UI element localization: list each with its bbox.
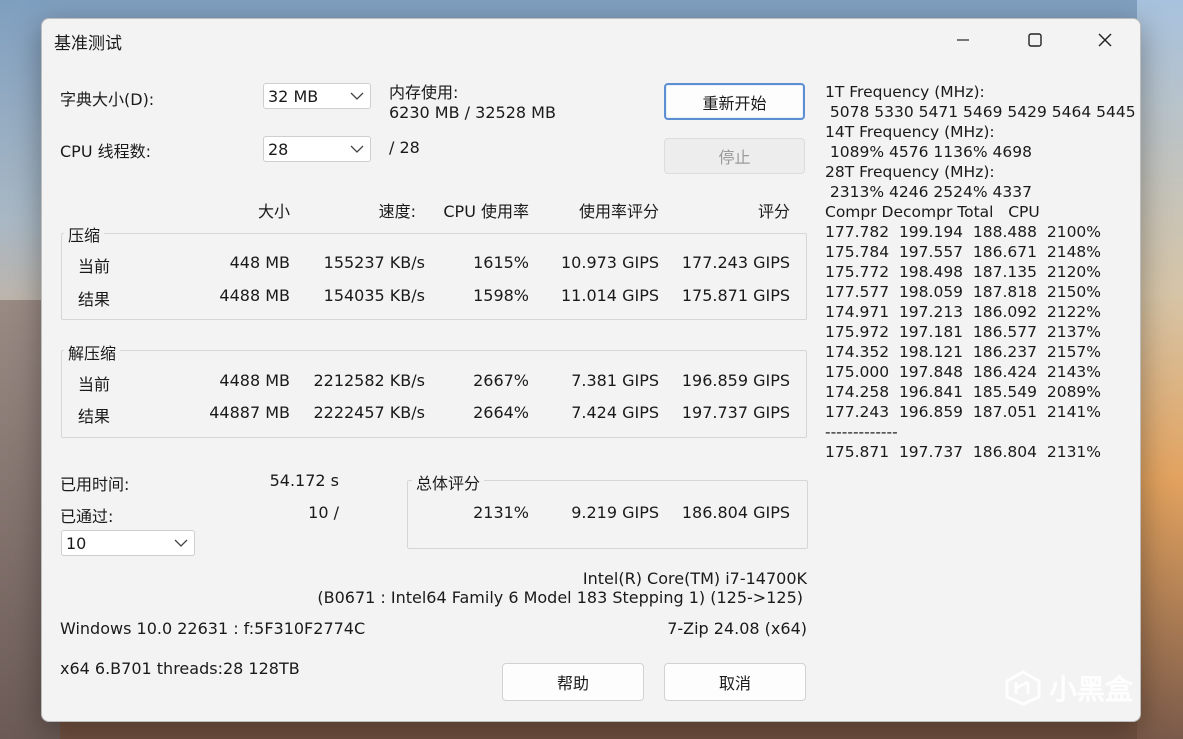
decompress-current-label: 当前 (78, 375, 111, 394)
os-info: Windows 10.0 22631 : f:5F310F2774C (60, 619, 366, 638)
compress-result-size: 4488 MB (219, 286, 290, 305)
watermark-text: 小黑盒 (1049, 673, 1134, 706)
help-button[interactable]: 帮助 (502, 663, 644, 701)
log-line: ------------- (825, 423, 898, 441)
compress-result-speed: 154035 KB/s (323, 286, 425, 305)
maximize-button[interactable] (1012, 19, 1058, 61)
log-line: 5078 5330 5471 5469 5429 5464 5445 (825, 103, 1136, 121)
watermark-logo-icon (1005, 670, 1041, 706)
stop-button[interactable]: 停止 (664, 138, 805, 174)
log-line: 1T Frequency (MHz): (825, 83, 985, 101)
compress-group-label: 压缩 (64, 222, 105, 246)
decompress-result-score: 197.737 GIPS (681, 403, 790, 422)
chevron-down-icon (350, 145, 364, 153)
memory-label: 内存使用: (389, 83, 459, 102)
compress-result-rate: 11.014 GIPS (561, 286, 659, 305)
app-version: 7-Zip 24.08 (x64) (667, 619, 807, 638)
decompress-current-speed: 2212582 KB/s (313, 371, 425, 390)
compress-result-cpu: 1598% (473, 286, 529, 305)
compress-current-score: 177.243 GIPS (681, 253, 790, 272)
cpu-name: Intel(R) Core(TM) i7-14700K (582, 569, 807, 588)
arch-info: x64 6.B701 threads:28 128TB (60, 659, 300, 678)
title-bar: 基准测试 (42, 19, 1140, 61)
total-score: 186.804 GIPS (681, 503, 790, 522)
watermark: 小黑盒 (1003, 668, 1133, 708)
compress-group (61, 233, 807, 320)
cancel-button[interactable]: 取消 (664, 663, 806, 701)
decompress-result-speed: 2222457 KB/s (313, 403, 425, 422)
benchmark-window: 基准测试 字典大小(D): 32 MB 内存使用: 6230 MB / 3252… (41, 18, 1141, 722)
compress-result-label: 结果 (78, 290, 111, 309)
log-line: 175.972 197.181 186.577 2137% (825, 323, 1102, 341)
log-line: 175.772 198.498 187.135 2120% (825, 263, 1102, 281)
maximize-icon (1028, 33, 1042, 47)
decompress-current-size: 4488 MB (219, 371, 290, 390)
compress-current-speed: 155237 KB/s (323, 253, 425, 272)
close-icon (1098, 33, 1112, 47)
decompress-result-label: 结果 (78, 407, 111, 426)
threads-label: CPU 线程数: (60, 142, 152, 161)
threads-max: / 28 (389, 138, 420, 157)
total-rate: 9.219 GIPS (571, 503, 659, 522)
log-line: 2313% 4246 2524% 4337 (825, 183, 1032, 201)
elapsed-value: 54.172 s (269, 471, 339, 490)
desktop-background-right (1137, 0, 1183, 739)
cpu-detail: (B0671 : Intel64 Family 6 Model 183 Step… (317, 588, 803, 607)
header-speed: 速度: (378, 202, 416, 221)
log-line: 174.971 197.213 186.092 2122% (825, 303, 1102, 321)
header-size: 大小 (257, 202, 290, 221)
decompress-result-size: 44887 MB (209, 403, 290, 422)
chevron-down-icon (350, 92, 364, 100)
minimize-icon (957, 39, 969, 41)
dict-size-select[interactable]: 32 MB (263, 83, 371, 109)
passes-label: 已通过: (60, 507, 114, 526)
header-rating-usage: 使用率评分 (578, 202, 659, 221)
log-line: 28T Frequency (MHz): (825, 163, 995, 181)
log-line: 174.352 198.121 186.237 2157% (825, 343, 1102, 361)
compress-current-size: 448 MB (229, 253, 290, 272)
header-rating: 评分 (757, 202, 790, 221)
decompress-result-cpu: 2664% (473, 403, 529, 422)
decompress-group-label: 解压缩 (64, 340, 121, 364)
dict-size-value: 32 MB (268, 87, 319, 106)
decompress-group (61, 350, 807, 438)
passes-value: 10 / (308, 503, 339, 522)
decompress-current-rate: 7.381 GIPS (571, 371, 659, 390)
log-line: 177.243 196.859 187.051 2141% (825, 403, 1102, 421)
passes-select-value: 10 (66, 534, 87, 553)
decompress-current-score: 196.859 GIPS (681, 371, 790, 390)
decompress-result-rate: 7.424 GIPS (571, 403, 659, 422)
elapsed-label: 已用时间: (60, 475, 130, 494)
chevron-down-icon (174, 539, 188, 547)
compress-current-cpu: 1615% (473, 253, 529, 272)
restart-button[interactable]: 重新开始 (664, 83, 805, 120)
compress-current-label: 当前 (78, 257, 111, 276)
decompress-current-cpu: 2667% (473, 371, 529, 390)
window-title: 基准测试 (54, 34, 122, 54)
dict-size-label: 字典大小(D): (60, 90, 155, 109)
log-line: 177.577 198.059 187.818 2150% (825, 283, 1102, 301)
total-cpu: 2131% (473, 503, 529, 522)
log-line: 177.782 199.194 188.488 2100% (825, 223, 1102, 241)
compress-result-score: 175.871 GIPS (681, 286, 790, 305)
log-line: 175.000 197.848 186.424 2143% (825, 363, 1102, 381)
threads-select[interactable]: 28 (263, 136, 371, 162)
minimize-button[interactable] (940, 19, 986, 61)
log-line: 1089% 4576 1136% 4698 (825, 143, 1032, 161)
compress-current-rate: 10.973 GIPS (561, 253, 659, 272)
header-cpu: CPU 使用率 (443, 202, 529, 221)
memory-value: 6230 MB / 32528 MB (389, 103, 556, 122)
log-line: 174.258 196.841 185.549 2089% (825, 383, 1102, 401)
log-line: 175.784 197.557 186.671 2148% (825, 243, 1102, 261)
log-line: 175.871 197.737 186.804 2131% (825, 443, 1102, 461)
threads-value: 28 (268, 140, 289, 159)
log-line: 14T Frequency (MHz): (825, 123, 995, 141)
close-button[interactable] (1082, 19, 1128, 61)
log-line: Compr Decompr Total CPU (825, 203, 1040, 221)
passes-select[interactable]: 10 (61, 530, 195, 556)
total-rating-label: 总体评分 (412, 470, 485, 494)
